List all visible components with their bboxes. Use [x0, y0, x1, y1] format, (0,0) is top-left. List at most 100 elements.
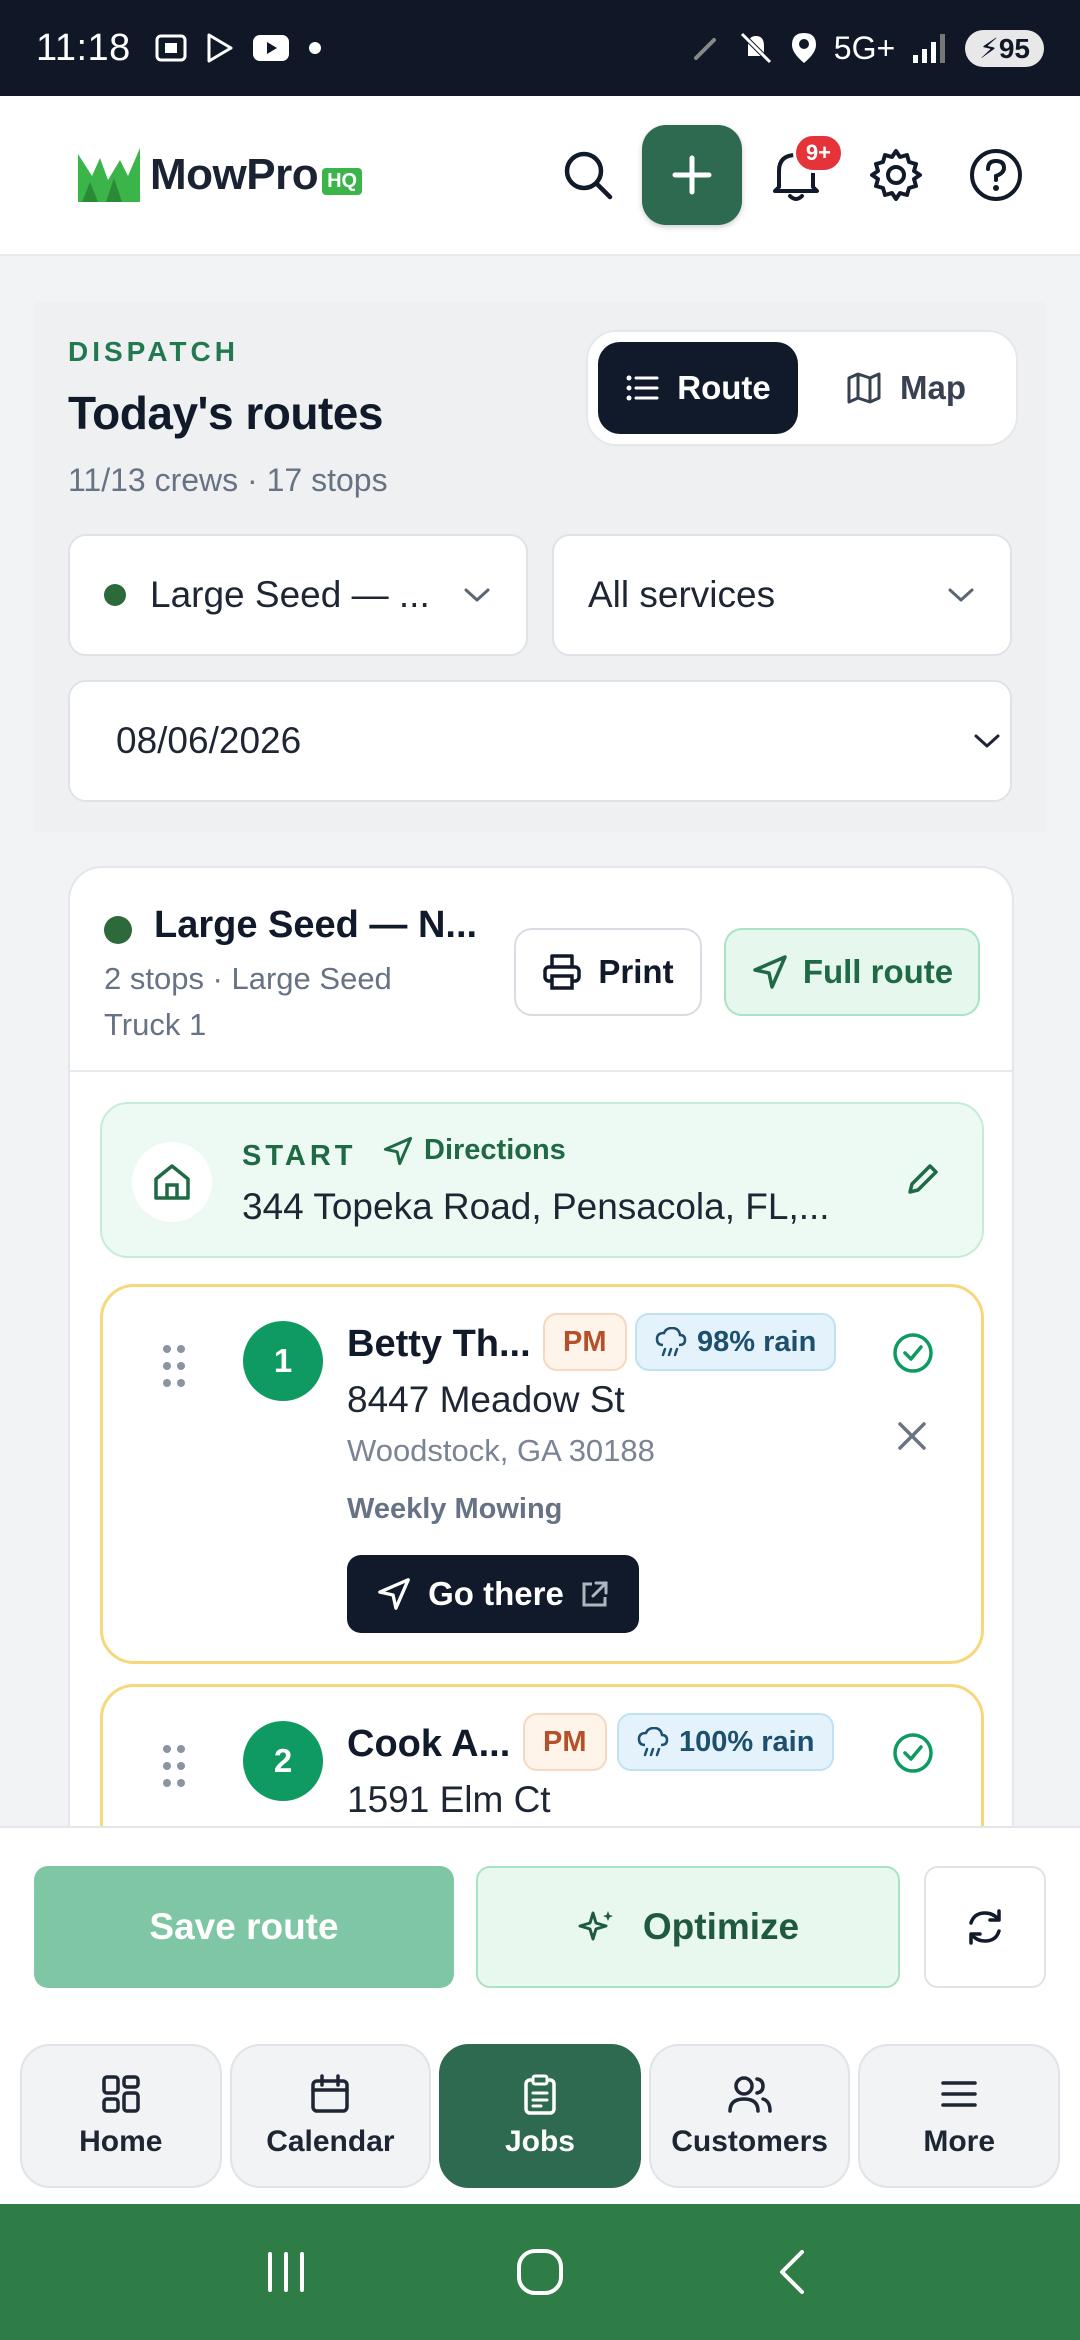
home-icon — [154, 1164, 190, 1200]
search-icon — [564, 151, 613, 200]
drag-handle-icon[interactable] — [161, 1743, 187, 1789]
date-field[interactable]: 08/06/2026 — [68, 680, 1012, 802]
map-icon — [847, 372, 881, 404]
menu-icon — [941, 2081, 977, 2107]
list-icon — [626, 375, 659, 401]
drag-handle-icon[interactable] — [161, 1343, 187, 1389]
tab-label: Jobs — [504, 2125, 575, 2158]
bottom-tab-bar: Home Calendar Jobs Customers More — [0, 2024, 1080, 2204]
status-system-icons: 5G+ ⚡95 — [690, 29, 1044, 67]
stop-address: 8447 Meadow St — [347, 1379, 625, 1420]
grid-icon — [102, 2075, 140, 2113]
rain-cloud-icon — [637, 1727, 669, 1757]
tab-jobs[interactable]: Jobs — [439, 2044, 641, 2188]
go-there-label: Go there — [428, 1575, 564, 1612]
service-type: Weekly Mowing — [347, 1493, 563, 1525]
stop-address: 1591 Elm Ct — [347, 1779, 551, 1820]
stop-number: 1 — [243, 1321, 323, 1401]
chevron-down-icon — [974, 734, 1000, 748]
rain-chance: 98% rain — [697, 1325, 817, 1358]
go-there-button[interactable]: Go there — [347, 1555, 639, 1633]
sparkles-icon — [578, 1911, 613, 1941]
service-select-value: All services — [588, 574, 776, 615]
directions-label: Directions — [424, 1134, 566, 1166]
map-view-label: Map — [900, 369, 966, 406]
navigation-icon — [378, 1578, 411, 1610]
navigation-icon — [753, 955, 787, 989]
tab-more[interactable]: More — [858, 2044, 1060, 2188]
calendar-icon — [311, 2074, 350, 2113]
pen-icon — [693, 38, 716, 60]
section-eyebrow: DISPATCH — [68, 336, 239, 367]
logo-badge: HQ — [322, 167, 363, 195]
rain-badge: 98% rain — [635, 1313, 837, 1371]
tab-label: Calendar — [266, 2125, 395, 2158]
close-icon[interactable] — [895, 1419, 929, 1453]
customer-name: Betty Th... — [347, 1323, 531, 1365]
home-nav-icon[interactable] — [514, 2246, 566, 2298]
help-button[interactable] — [946, 125, 1046, 225]
optimize-button[interactable]: Optimize — [476, 1866, 900, 1988]
route-stop[interactable]: 1 Betty Th... PM 98% rain 8447 Meadow St… — [100, 1284, 984, 1664]
date-value: 08/06/2026 — [116, 720, 302, 761]
add-button[interactable] — [642, 125, 742, 225]
stop-city: Woodstock, GA 30188 — [347, 1433, 655, 1468]
tab-calendar[interactable]: Calendar — [229, 2044, 432, 2188]
tab-customers[interactable]: Customers — [648, 2044, 851, 2188]
route-card: Large Seed — N... 2 stops · Large Seed T… — [68, 866, 1014, 1866]
search-button[interactable] — [538, 125, 638, 225]
notifications-button[interactable]: 9+ — [746, 125, 846, 225]
crew-select[interactable]: Large Seed — ... — [68, 534, 528, 656]
settings-button[interactable] — [846, 125, 946, 225]
rain-chance: 100% rain — [679, 1725, 815, 1758]
rain-badge: 100% rain — [617, 1713, 835, 1771]
crew-name: Large Seed — N... — [154, 904, 478, 946]
edit-start-button[interactable] — [902, 1160, 942, 1205]
notification-badge: 9+ — [792, 133, 844, 173]
back-icon[interactable] — [770, 2248, 818, 2296]
refresh-icon — [969, 1909, 1001, 1945]
pencil-icon — [908, 1164, 938, 1194]
plus-icon — [672, 155, 712, 195]
status-notification-icons — [153, 31, 325, 65]
chevron-down-icon — [948, 588, 974, 602]
tab-label: Customers — [671, 2125, 828, 2158]
location-icon — [791, 33, 816, 63]
screenshot-icon — [155, 34, 187, 62]
directions-link[interactable]: Directions — [382, 1134, 566, 1167]
stop-number: 2 — [243, 1721, 323, 1801]
view-toggle: Route Map — [586, 330, 1018, 446]
map-view-button[interactable]: Map — [806, 342, 1006, 434]
page-subtitle: 11/13 crews · 17 stops — [68, 462, 388, 498]
recent-apps-icon[interactable] — [262, 2248, 310, 2296]
chevron-down-icon — [464, 588, 490, 602]
home-icon-badge — [132, 1142, 212, 1222]
tab-label: More — [923, 2125, 996, 2158]
status-bar: 11:18 5G+ ⚡95 — [0, 0, 1080, 96]
play-store-icon — [207, 33, 233, 63]
print-label: Print — [598, 953, 674, 990]
check-circle-icon[interactable] — [891, 1731, 935, 1775]
battery-level: 95 — [998, 32, 1030, 64]
route-view-button[interactable]: Route — [598, 342, 798, 434]
rain-cloud-icon — [655, 1327, 687, 1357]
full-route-button[interactable]: Full route — [724, 928, 980, 1016]
page-title: Today's routes — [68, 387, 383, 439]
crew-color-dot — [104, 584, 126, 606]
customer-name: Cook A... — [347, 1723, 511, 1765]
app-header: MowPro HQ 9+ — [0, 96, 1080, 256]
route-card-header: Large Seed — N... 2 stops · Large Seed T… — [70, 868, 1012, 1072]
refresh-button[interactable] — [924, 1866, 1046, 1988]
start-label: START — [242, 1140, 357, 1172]
service-select[interactable]: All services — [552, 534, 1012, 656]
print-button[interactable]: Print — [514, 928, 702, 1016]
save-route-button[interactable]: Save route — [34, 1866, 454, 1988]
tab-home[interactable]: Home — [20, 2044, 222, 2188]
check-circle-icon[interactable] — [891, 1331, 935, 1375]
network-type: 5G+ — [833, 29, 896, 66]
clipboard-icon — [524, 2074, 556, 2115]
external-link-icon — [582, 1581, 608, 1607]
app-logo[interactable]: MowPro HQ — [76, 146, 363, 204]
dot-icon — [308, 42, 321, 54]
start-address: 344 Topeka Road, Pensacola, FL,... — [242, 1186, 830, 1227]
